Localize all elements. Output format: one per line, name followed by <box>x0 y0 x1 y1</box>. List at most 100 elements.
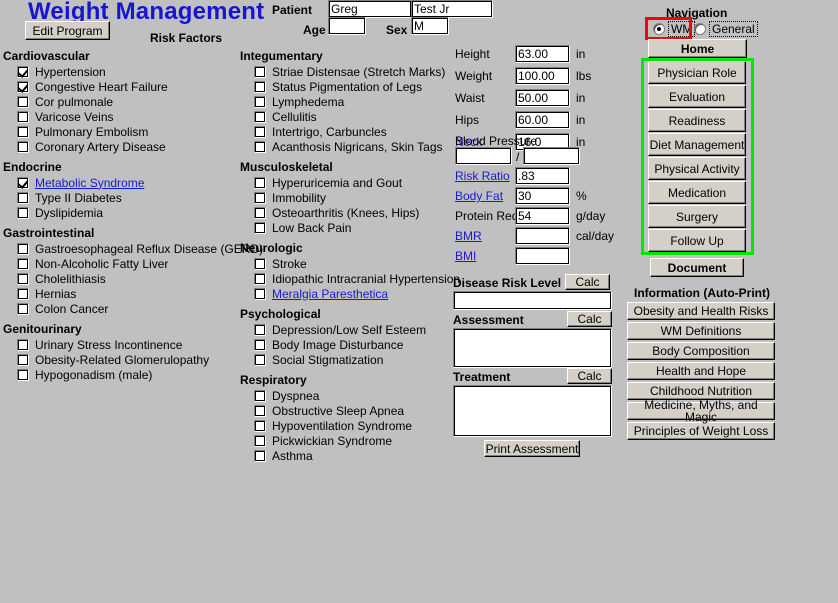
checkbox-dyslipidemia-icon[interactable] <box>17 206 29 219</box>
risk-item-hypoventilation-syndrome[interactable]: Hypoventilation Syndrome <box>254 418 455 433</box>
derived-label-bmr[interactable]: BMR <box>455 229 515 243</box>
risk-item-hyperuricemia-and-gout[interactable]: Hyperuricemia and Gout <box>254 175 455 190</box>
nav-button-physician-role[interactable]: Physician Role <box>648 61 746 84</box>
checkbox-non-alcoholic-fatty-liver-icon[interactable] <box>17 257 29 270</box>
blood-pressure-systolic-field[interactable] <box>455 147 512 165</box>
measurement-field-hips[interactable]: 60.00 <box>515 111 570 129</box>
checkbox-gastroesophageal-reflux-disease-gerd-icon[interactable] <box>17 242 29 255</box>
info-button-medicine-myths-and-magic[interactable]: Medicine, Myths, and Magic <box>627 399 775 423</box>
derived-label-body-fat[interactable]: Body Fat <box>455 189 515 203</box>
checkbox-hypoventilation-syndrome-icon[interactable] <box>254 419 266 432</box>
checkbox-hernias-icon[interactable] <box>17 287 29 300</box>
checkbox-metabolic-syndrome-icon[interactable] <box>17 176 29 189</box>
risk-item-cellulitis[interactable]: Cellulitis <box>254 109 455 124</box>
sex-field[interactable]: M <box>411 17 449 35</box>
risk-item-label[interactable]: Meralgia Paresthetica <box>272 287 388 301</box>
checkbox-meralgia-paresthetica-icon[interactable] <box>254 287 266 300</box>
risk-item-intertrigo-carbuncles[interactable]: Intertrigo, Carbuncles <box>254 124 455 139</box>
navigation-mode-wm[interactable]: WM <box>653 21 696 37</box>
print-assessment-button[interactable]: Print Assessment <box>484 440 580 457</box>
risk-item-non-alcoholic-fatty-liver[interactable]: Non-Alcoholic Fatty Liver <box>17 256 235 271</box>
risk-item-type-ii-diabetes[interactable]: Type II Diabetes <box>17 190 235 205</box>
checkbox-hypogonadism-male-icon[interactable] <box>17 368 29 381</box>
home-button[interactable]: Home <box>648 39 747 58</box>
checkbox-cholelithiasis-icon[interactable] <box>17 272 29 285</box>
nav-button-medication[interactable]: Medication <box>648 181 746 204</box>
risk-item-osteoarthritis-knees-hips[interactable]: Osteoarthritis (Knees, Hips) <box>254 205 455 220</box>
risk-item-dyslipidemia[interactable]: Dyslipidemia <box>17 205 235 220</box>
assessment-calc-button[interactable]: Calc <box>567 311 612 327</box>
risk-item-coronary-artery-disease[interactable]: Coronary Artery Disease <box>17 139 235 154</box>
measurement-field-weight[interactable]: 100.00 <box>515 67 570 85</box>
risk-item-metabolic-syndrome[interactable]: Metabolic Syndrome <box>17 175 235 190</box>
derived-field-protein-req[interactable]: 54 <box>515 207 570 225</box>
checkbox-varicose-veins-icon[interactable] <box>17 110 29 123</box>
nav-button-surgery[interactable]: Surgery <box>648 205 746 228</box>
checkbox-striae-distensae-stretch-marks-icon[interactable] <box>254 65 266 78</box>
blood-pressure-diastolic-field[interactable] <box>523 147 580 165</box>
risk-item-striae-distensae-stretch-marks[interactable]: Striae Distensae (Stretch Marks) <box>254 64 455 79</box>
checkbox-status-pigmentation-of-legs-icon[interactable] <box>254 80 266 93</box>
risk-item-gastroesophageal-reflux-disease-gerd[interactable]: Gastroesophageal Reflux Disease (GERD) <box>17 241 263 256</box>
info-button-body-composition[interactable]: Body Composition <box>627 342 775 360</box>
patient-last-name-field[interactable]: Test Jr <box>411 0 493 18</box>
checkbox-colon-cancer-icon[interactable] <box>17 302 29 315</box>
age-field[interactable] <box>328 17 366 35</box>
risk-item-cholelithiasis[interactable]: Cholelithiasis <box>17 271 235 286</box>
risk-item-dyspnea[interactable]: Dyspnea <box>254 388 455 403</box>
checkbox-low-back-pain-icon[interactable] <box>254 221 266 234</box>
checkbox-obstructive-sleep-apnea-icon[interactable] <box>254 404 266 417</box>
info-button-obesity-and-health-risks[interactable]: Obesity and Health Risks <box>627 302 775 320</box>
risk-item-hypertension[interactable]: Hypertension <box>17 64 235 79</box>
measurement-field-height[interactable]: 63.00 <box>515 45 570 63</box>
checkbox-urinary-stress-incontinence-icon[interactable] <box>17 338 29 351</box>
document-button[interactable]: Document <box>650 258 744 277</box>
derived-field-bmi[interactable] <box>515 247 570 265</box>
risk-item-congestive-heart-failure[interactable]: Congestive Heart Failure <box>17 79 235 94</box>
measurement-field-waist[interactable]: 50.00 <box>515 89 570 107</box>
nav-button-physical-activity[interactable]: Physical Activity <box>648 157 746 180</box>
risk-item-pickwickian-syndrome[interactable]: Pickwickian Syndrome <box>254 433 455 448</box>
checkbox-social-stigmatization-icon[interactable] <box>254 353 266 366</box>
nav-button-diet-management[interactable]: Diet Management <box>648 133 746 156</box>
checkbox-hypertension-icon[interactable] <box>17 65 29 78</box>
risk-item-meralgia-paresthetica[interactable]: Meralgia Paresthetica <box>254 286 455 301</box>
disease-risk-level-calc-button[interactable]: Calc <box>565 274 610 290</box>
checkbox-pulmonary-embolism-icon[interactable] <box>17 125 29 138</box>
patient-first-name-field[interactable]: Greg <box>328 0 412 18</box>
checkbox-asthma-icon[interactable] <box>254 449 266 462</box>
info-button-principles-of-weight-loss[interactable]: Principles of Weight Loss <box>627 422 775 440</box>
risk-item-status-pigmentation-of-legs[interactable]: Status Pigmentation of Legs <box>254 79 455 94</box>
treatment-calc-button[interactable]: Calc <box>567 368 612 384</box>
checkbox-lymphedema-icon[interactable] <box>254 95 266 108</box>
checkbox-coronary-artery-disease-icon[interactable] <box>17 140 29 153</box>
info-button-health-and-hope[interactable]: Health and Hope <box>627 362 775 380</box>
derived-label-bmi[interactable]: BMI <box>455 249 515 263</box>
risk-item-hernias[interactable]: Hernias <box>17 286 235 301</box>
checkbox-acanthosis-nigricans-skin-tags-icon[interactable] <box>254 140 266 153</box>
risk-item-low-back-pain[interactable]: Low Back Pain <box>254 220 455 235</box>
nav-button-readiness[interactable]: Readiness <box>648 109 746 132</box>
risk-item-depression-low-self-esteem[interactable]: Depression/Low Self Esteem <box>254 322 455 337</box>
checkbox-immobility-icon[interactable] <box>254 191 266 204</box>
info-button-wm-definitions[interactable]: WM Definitions <box>627 322 775 340</box>
risk-item-hypogonadism-male[interactable]: Hypogonadism (male) <box>17 367 235 382</box>
checkbox-hyperuricemia-and-gout-icon[interactable] <box>254 176 266 189</box>
risk-item-immobility[interactable]: Immobility <box>254 190 455 205</box>
risk-item-pulmonary-embolism[interactable]: Pulmonary Embolism <box>17 124 235 139</box>
disease-risk-level-field[interactable] <box>453 291 612 310</box>
risk-item-obesity-related-glomerulopathy[interactable]: Obesity-Related Glomerulopathy <box>17 352 235 367</box>
risk-item-cor-pulmonale[interactable]: Cor pulmonale <box>17 94 235 109</box>
checkbox-obesity-related-glomerulopathy-icon[interactable] <box>17 353 29 366</box>
risk-item-lymphedema[interactable]: Lymphedema <box>254 94 455 109</box>
risk-item-label[interactable]: Metabolic Syndrome <box>35 176 144 190</box>
risk-item-idiopathic-intracranial-hypertension[interactable]: Idiopathic Intracranial Hypertension <box>254 271 460 286</box>
risk-item-urinary-stress-incontinence[interactable]: Urinary Stress Incontinence <box>17 337 235 352</box>
derived-field-risk-ratio[interactable]: .83 <box>515 167 570 185</box>
checkbox-idiopathic-intracranial-hypertension-icon[interactable] <box>254 272 266 285</box>
edit-program-button[interactable]: Edit Program <box>25 21 110 40</box>
checkbox-type-ii-diabetes-icon[interactable] <box>17 191 29 204</box>
checkbox-depression-low-self-esteem-icon[interactable] <box>254 323 266 336</box>
navigation-mode-general[interactable]: General <box>694 21 758 37</box>
checkbox-dyspnea-icon[interactable] <box>254 389 266 402</box>
